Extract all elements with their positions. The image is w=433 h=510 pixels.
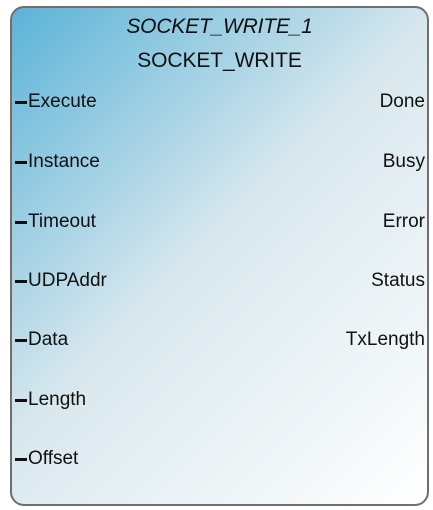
input-pin-length[interactable]	[15, 399, 27, 402]
input-pin-udpaddr[interactable]	[15, 280, 27, 283]
function-block[interactable]: SOCKET_WRITE_1 SOCKET_WRITE Execute Inst…	[10, 6, 429, 506]
input-pin-data[interactable]	[15, 339, 27, 342]
instance-name: SOCKET_WRITE_1	[126, 15, 313, 38]
output-port-done[interactable]: Done	[380, 91, 425, 113]
input-pin-offset[interactable]	[15, 458, 27, 461]
block-type-name: SOCKET_WRITE	[137, 49, 302, 72]
input-port-timeout[interactable]: Timeout	[28, 211, 96, 233]
input-pin-execute[interactable]	[15, 101, 27, 104]
input-port-instance[interactable]: Instance	[28, 151, 100, 173]
input-port-offset[interactable]: Offset	[28, 448, 78, 470]
input-port-data[interactable]: Data	[28, 329, 68, 351]
input-port-udpaddr[interactable]: UDPAddr	[28, 270, 107, 292]
input-pin-timeout[interactable]	[15, 221, 27, 224]
input-port-execute[interactable]: Execute	[28, 91, 97, 113]
output-port-error[interactable]: Error	[383, 211, 425, 233]
input-pin-instance[interactable]	[15, 161, 27, 164]
output-port-busy[interactable]: Busy	[383, 151, 425, 173]
output-port-txlength[interactable]: TxLength	[346, 329, 425, 351]
output-port-status[interactable]: Status	[371, 270, 425, 292]
input-port-length[interactable]: Length	[28, 389, 86, 411]
